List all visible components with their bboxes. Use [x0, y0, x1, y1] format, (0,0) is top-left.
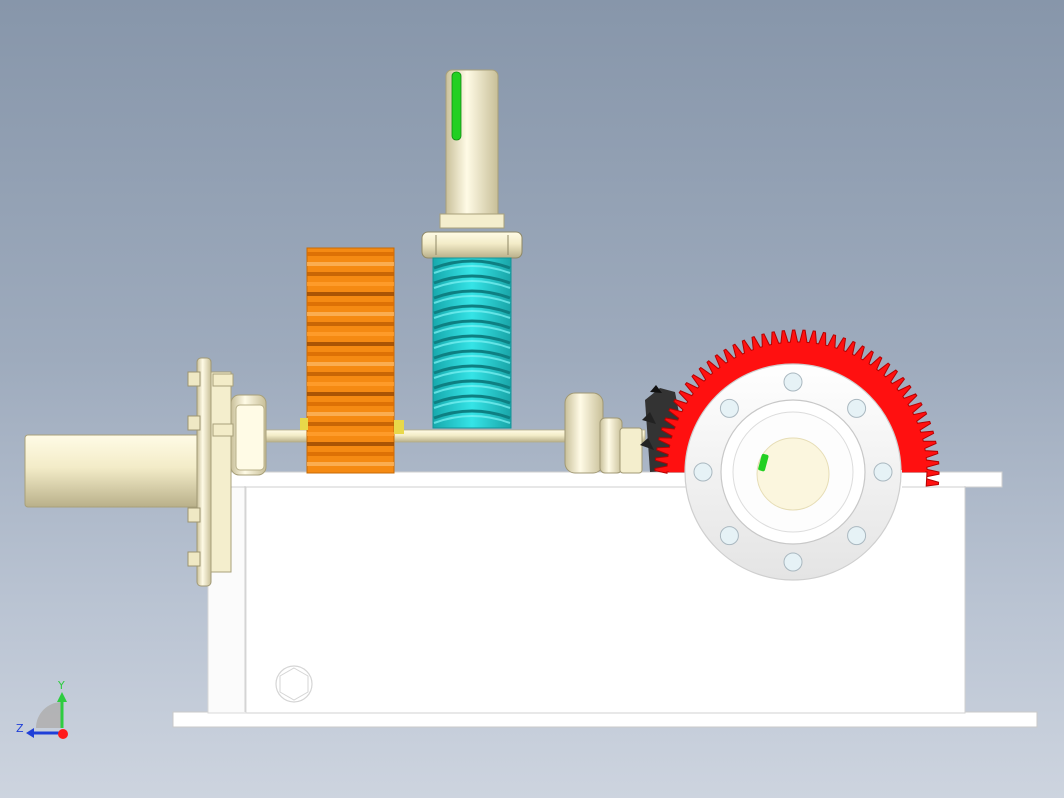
- z-axis-label: Z: [16, 722, 24, 735]
- cad-viewport[interactable]: Y Z: [0, 0, 1064, 798]
- spur-gear[interactable]: [306, 247, 395, 474]
- vertical-shaft[interactable]: [421, 69, 523, 259]
- bearing-right[interactable]: [564, 392, 643, 474]
- y-axis-label: Y: [58, 679, 65, 692]
- input-shaft-end: [24, 434, 206, 508]
- spacer-ring: [394, 420, 404, 434]
- gearbox-model[interactable]: [0, 0, 1064, 798]
- gearbox-housing[interactable]: [172, 471, 1038, 728]
- output-shaft-bore: [756, 437, 830, 511]
- housing-base-plate: [172, 711, 1038, 728]
- worm-bearing: [421, 231, 523, 259]
- worm[interactable]: [432, 257, 512, 429]
- spacer-ring: [300, 418, 308, 430]
- axis-triad-icon: [26, 692, 68, 739]
- drain-plug[interactable]: [275, 665, 313, 703]
- wheel-hub[interactable]: [684, 363, 902, 581]
- vertical-shaft-key: [451, 71, 462, 141]
